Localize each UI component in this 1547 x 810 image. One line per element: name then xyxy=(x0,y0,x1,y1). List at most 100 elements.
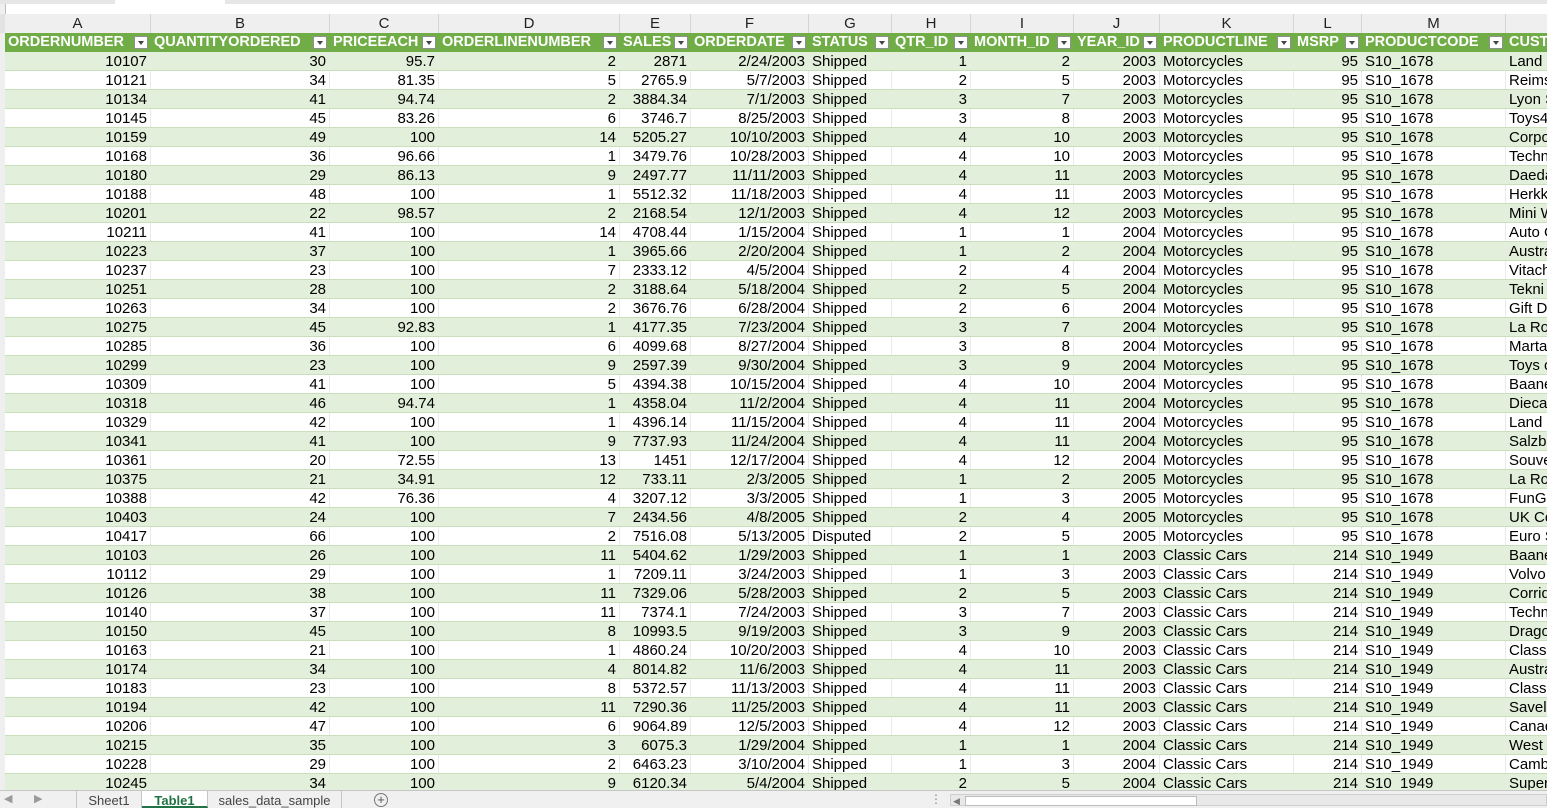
cell-month-id[interactable]: 11 xyxy=(971,394,1074,413)
cell-status[interactable]: Shipped xyxy=(809,223,892,242)
cell-quantityordered[interactable]: 37 xyxy=(151,603,330,622)
cell-orderlinenumber[interactable]: 1 xyxy=(439,565,620,584)
cell-orderdate[interactable]: 11/25/2003 xyxy=(691,698,809,717)
cell-ordernumber[interactable]: 10180 xyxy=(5,166,151,185)
cell-status[interactable]: Shipped xyxy=(809,52,892,71)
cell-sales[interactable]: 3965.66 xyxy=(620,242,691,261)
cell-sales[interactable]: 2871 xyxy=(620,52,691,71)
cell-ordernumber[interactable]: 10403 xyxy=(5,508,151,527)
cell-priceeach[interactable]: 100 xyxy=(330,185,439,204)
cell-orderdate[interactable]: 1/29/2003 xyxy=(691,546,809,565)
cell-orderdate[interactable]: 2/3/2005 xyxy=(691,470,809,489)
cell-month-id[interactable]: 12 xyxy=(971,204,1074,223)
cell-qtr-id[interactable]: 4 xyxy=(892,451,971,470)
cell-month-id[interactable]: 11 xyxy=(971,679,1074,698)
cell-ordernumber[interactable]: 10275 xyxy=(5,318,151,337)
cell-productline[interactable]: Motorcycles xyxy=(1160,527,1294,546)
cell-qtr-id[interactable]: 1 xyxy=(892,546,971,565)
cell-cust[interactable]: Reims xyxy=(1506,71,1547,90)
cell-productcode[interactable]: S10_1678 xyxy=(1362,508,1506,527)
filter-dropdown-icon[interactable] xyxy=(1057,36,1071,49)
cell-sales[interactable]: 3746.7 xyxy=(620,109,691,128)
cell-qtr-id[interactable]: 1 xyxy=(892,52,971,71)
cell-orderlinenumber[interactable]: 7 xyxy=(439,508,620,527)
cell-status[interactable]: Shipped xyxy=(809,318,892,337)
cell-priceeach[interactable]: 100 xyxy=(330,375,439,394)
cell-cust[interactable]: Super xyxy=(1506,774,1547,790)
cell-ordernumber[interactable]: 10251 xyxy=(5,280,151,299)
cell-orderdate[interactable]: 11/13/2003 xyxy=(691,679,809,698)
cell-year-id[interactable]: 2004 xyxy=(1074,299,1160,318)
cell-month-id[interactable]: 5 xyxy=(971,584,1074,603)
cell-orderlinenumber[interactable]: 2 xyxy=(439,299,620,318)
cell-productline[interactable]: Classic Cars xyxy=(1160,641,1294,660)
cell-quantityordered[interactable]: 23 xyxy=(151,356,330,375)
cell-ordernumber[interactable]: 10417 xyxy=(5,527,151,546)
cell-quantityordered[interactable]: 36 xyxy=(151,337,330,356)
cell-sales[interactable]: 7290.36 xyxy=(620,698,691,717)
cell-msrp[interactable]: 214 xyxy=(1294,717,1362,736)
cell-status[interactable]: Shipped xyxy=(809,641,892,660)
cell-priceeach[interactable]: 100 xyxy=(330,527,439,546)
cell-priceeach[interactable]: 100 xyxy=(330,603,439,622)
cell-sales[interactable]: 5404.62 xyxy=(620,546,691,565)
cell-orderlinenumber[interactable]: 8 xyxy=(439,679,620,698)
cell-sales[interactable]: 5372.57 xyxy=(620,679,691,698)
cell-qtr-id[interactable]: 4 xyxy=(892,204,971,223)
cell-cust[interactable]: Daeda xyxy=(1506,166,1547,185)
cell-status[interactable]: Shipped xyxy=(809,337,892,356)
cell-ordernumber[interactable]: 10341 xyxy=(5,432,151,451)
cell-month-id[interactable]: 1 xyxy=(971,546,1074,565)
cell-year-id[interactable]: 2004 xyxy=(1074,413,1160,432)
cell-qtr-id[interactable]: 2 xyxy=(892,508,971,527)
cell-year-id[interactable]: 2005 xyxy=(1074,470,1160,489)
cell-month-id[interactable]: 4 xyxy=(971,508,1074,527)
cell-msrp[interactable]: 95 xyxy=(1294,109,1362,128)
cell-quantityordered[interactable]: 49 xyxy=(151,128,330,147)
column-header-f[interactable]: F xyxy=(691,14,809,33)
cell-cust[interactable]: UK Co xyxy=(1506,508,1547,527)
cell-productline[interactable]: Classic Cars xyxy=(1160,679,1294,698)
cell-sales[interactable]: 3884.34 xyxy=(620,90,691,109)
cell-orderdate[interactable]: 11/18/2003 xyxy=(691,185,809,204)
cell-year-id[interactable]: 2005 xyxy=(1074,527,1160,546)
cell-productline[interactable]: Classic Cars xyxy=(1160,736,1294,755)
cell-ordernumber[interactable]: 10223 xyxy=(5,242,151,261)
cell-ordernumber[interactable]: 10188 xyxy=(5,185,151,204)
cell-ordernumber[interactable]: 10228 xyxy=(5,755,151,774)
cell-quantityordered[interactable]: 66 xyxy=(151,527,330,546)
cell-orderdate[interactable]: 8/25/2003 xyxy=(691,109,809,128)
cell-status[interactable]: Shipped xyxy=(809,584,892,603)
cell-orderlinenumber[interactable]: 9 xyxy=(439,432,620,451)
cell-msrp[interactable]: 95 xyxy=(1294,318,1362,337)
cell-orderlinenumber[interactable]: 11 xyxy=(439,546,620,565)
cell-status[interactable]: Shipped xyxy=(809,603,892,622)
cell-msrp[interactable]: 95 xyxy=(1294,489,1362,508)
cell-orderlinenumber[interactable]: 9 xyxy=(439,356,620,375)
cell-msrp[interactable]: 95 xyxy=(1294,299,1362,318)
cell-year-id[interactable]: 2004 xyxy=(1074,394,1160,413)
cell-priceeach[interactable]: 100 xyxy=(330,698,439,717)
cell-orderlinenumber[interactable]: 12 xyxy=(439,470,620,489)
cell-cust[interactable]: Auto C xyxy=(1506,223,1547,242)
cell-month-id[interactable]: 1 xyxy=(971,736,1074,755)
cell-cust[interactable]: Drago xyxy=(1506,622,1547,641)
cell-productcode[interactable]: S10_1678 xyxy=(1362,394,1506,413)
cell-quantityordered[interactable]: 30 xyxy=(151,52,330,71)
cell-ordernumber[interactable]: 10285 xyxy=(5,337,151,356)
cell-orderdate[interactable]: 7/23/2004 xyxy=(691,318,809,337)
cell-status[interactable]: Shipped xyxy=(809,774,892,790)
cell-productline[interactable]: Motorcycles xyxy=(1160,90,1294,109)
cell-orderdate[interactable]: 10/15/2004 xyxy=(691,375,809,394)
cell-ordernumber[interactable]: 10159 xyxy=(5,128,151,147)
cell-status[interactable]: Shipped xyxy=(809,185,892,204)
cell-orderlinenumber[interactable]: 5 xyxy=(439,375,620,394)
cell-priceeach[interactable]: 83.26 xyxy=(330,109,439,128)
cell-sales[interactable]: 2168.54 xyxy=(620,204,691,223)
cell-productline[interactable]: Motorcycles xyxy=(1160,242,1294,261)
cell-priceeach[interactable]: 96.66 xyxy=(330,147,439,166)
cell-productcode[interactable]: S10_1678 xyxy=(1362,242,1506,261)
cell-year-id[interactable]: 2003 xyxy=(1074,546,1160,565)
cell-productline[interactable]: Motorcycles xyxy=(1160,261,1294,280)
cell-month-id[interactable]: 6 xyxy=(971,299,1074,318)
